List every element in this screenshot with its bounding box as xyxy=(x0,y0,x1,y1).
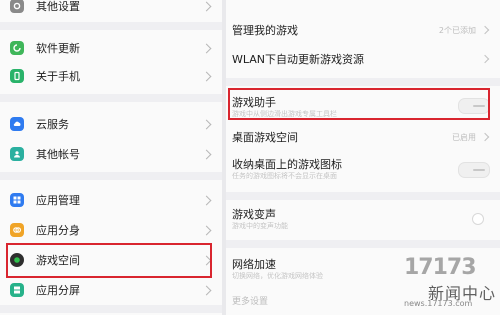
menu-item-label: 应用管理 xyxy=(36,194,80,207)
apps-icon xyxy=(10,193,24,207)
menu-item-cloud-service[interactable]: 云服务 xyxy=(0,110,222,138)
update-icon xyxy=(10,41,24,55)
menu-item-app-management[interactable]: 应用管理 xyxy=(0,186,222,214)
clone-icon xyxy=(10,223,24,237)
watermark-url: news.17173.com xyxy=(404,299,473,308)
watermark-logo: 17173 xyxy=(404,255,477,280)
chevron-right-icon xyxy=(201,225,212,235)
setting-subtitle: 游戏中的变声功能 xyxy=(232,222,288,230)
section-divider xyxy=(0,94,222,102)
highlight-box xyxy=(6,243,212,278)
menu-item-app-clone[interactable]: 应用分身 xyxy=(0,216,222,244)
cloud-icon xyxy=(10,117,24,131)
setting-subtitle: 切换网络，优化游戏网络体验 xyxy=(232,272,323,280)
chevron-right-icon xyxy=(480,54,490,64)
highlight-box xyxy=(228,88,490,120)
setting-title: 更多设置 xyxy=(232,296,269,307)
collect-icons-toggle[interactable] xyxy=(458,162,490,178)
chevron-right-icon xyxy=(201,1,212,11)
menu-item-label: 云服务 xyxy=(36,118,69,131)
setting-manage-games[interactable]: 管理我的游戏 2个已添加 xyxy=(226,20,500,40)
section-divider xyxy=(226,240,500,248)
setting-title: 桌面游戏空间 xyxy=(232,131,298,144)
section-divider xyxy=(226,192,500,200)
setting-title: 游戏变声 xyxy=(232,208,276,221)
chevron-right-icon xyxy=(201,71,212,81)
settings-menu: 其他设置 软件更新 关于手机 云服务 其他帐号 应用管理 应用分身 游戏空间 应… xyxy=(0,0,222,315)
menu-item-label: 软件更新 xyxy=(36,42,80,55)
chevron-right-icon xyxy=(201,285,212,295)
setting-voice-changer[interactable]: 游戏变声 游戏中的变声功能 xyxy=(226,204,500,234)
menu-item-split-screen[interactable]: 应用分屏 xyxy=(0,276,222,304)
setting-desktop-game-space[interactable]: 桌面游戏空间 已启用 xyxy=(226,126,500,148)
menu-item-other-settings[interactable]: 其他设置 xyxy=(0,0,222,20)
section-divider xyxy=(0,305,222,313)
account-icon xyxy=(10,147,24,161)
chevron-right-icon xyxy=(201,195,212,205)
setting-title: 网络加速 xyxy=(232,258,276,271)
split-screen-icon xyxy=(10,283,24,297)
setting-collect-game-icons[interactable]: 收纳桌面上的游戏图标 任务的游戏图标将不会显示在桌面 xyxy=(226,154,500,184)
chevron-right-icon xyxy=(201,149,212,159)
voice-changer-switch[interactable] xyxy=(472,213,484,225)
menu-item-label: 应用分身 xyxy=(36,224,80,237)
menu-item-software-update[interactable]: 软件更新 xyxy=(0,34,222,62)
section-divider xyxy=(226,78,500,86)
setting-value: 已启用 xyxy=(452,132,476,142)
setting-value: 2个已添加 xyxy=(438,25,476,35)
setting-wlan-auto-update[interactable]: WLAN下自动更新游戏资源 xyxy=(226,48,500,70)
menu-item-about-phone[interactable]: 关于手机 xyxy=(0,62,222,90)
menu-item-label: 其他帐号 xyxy=(36,148,80,161)
setting-title: WLAN下自动更新游戏资源 xyxy=(232,53,365,66)
settings-icon xyxy=(10,0,24,13)
section-divider xyxy=(0,22,222,30)
chevron-right-icon xyxy=(201,119,212,129)
chevron-right-icon xyxy=(480,132,490,142)
setting-subtitle: 任务的游戏图标将不会显示在桌面 xyxy=(232,172,337,180)
section-divider xyxy=(0,172,222,180)
menu-item-other-accounts[interactable]: 其他帐号 xyxy=(0,140,222,168)
menu-item-label: 其他设置 xyxy=(36,0,80,13)
menu-item-label: 应用分屏 xyxy=(36,284,80,297)
chevron-right-icon xyxy=(480,25,490,35)
setting-title: 收纳桌面上的游戏图标 xyxy=(232,158,342,171)
setting-title: 管理我的游戏 xyxy=(232,24,298,37)
watermark: 17173 新闻中心 news.17173.com xyxy=(396,255,496,311)
phone-icon xyxy=(10,69,24,83)
chevron-right-icon xyxy=(201,43,212,53)
menu-item-label: 关于手机 xyxy=(36,70,80,83)
